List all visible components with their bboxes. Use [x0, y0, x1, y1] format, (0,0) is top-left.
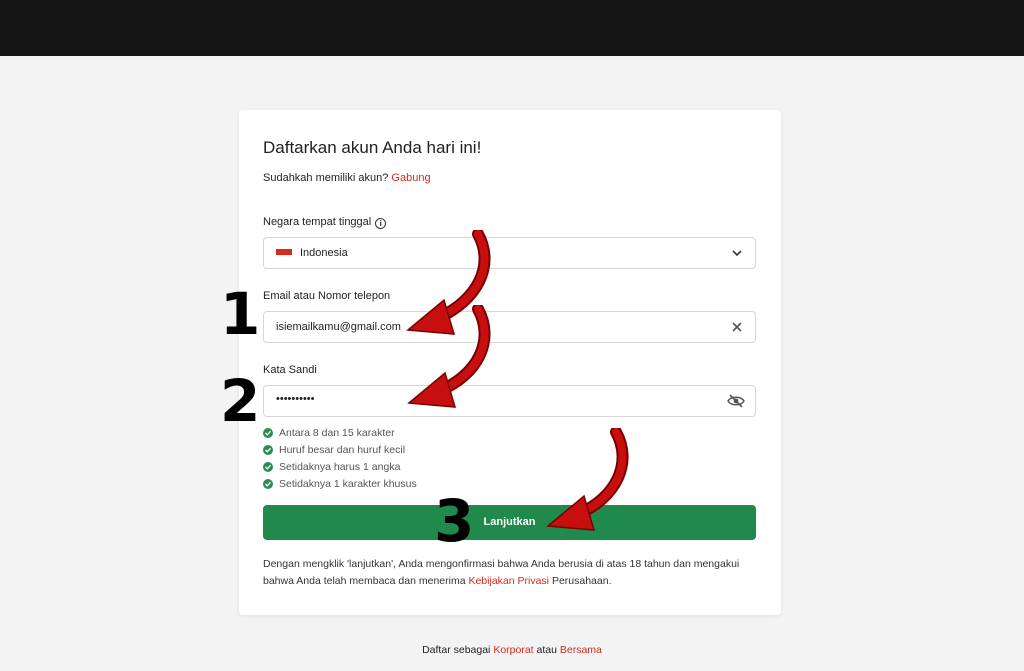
- country-value: Indonesia: [300, 247, 348, 259]
- disclaimer: Dengan mengklik 'lanjutkan', Anda mengon…: [263, 556, 759, 590]
- red-arrow-3: [546, 428, 629, 531]
- check-icon: [263, 478, 273, 489]
- rule-text: Huruf besar dan huruf kecil: [279, 443, 406, 456]
- check-icon: [263, 444, 273, 455]
- joint-link[interactable]: Bersama: [560, 644, 602, 656]
- password-label: Kata Sandi: [263, 364, 317, 376]
- step-number-3: 3: [434, 487, 475, 555]
- login-link[interactable]: Gabung: [391, 172, 430, 184]
- eye-off-icon[interactable]: [727, 393, 745, 414]
- disclaimer-suffix: Perusahaan.: [551, 575, 612, 587]
- rule-item: Huruf besar dan huruf kecil: [263, 441, 417, 458]
- country-select[interactable]: Indonesia: [263, 237, 756, 269]
- rule-item: Setidaknya 1 karakter khusus: [263, 475, 417, 492]
- info-icon[interactable]: i: [375, 218, 387, 229]
- continue-button[interactable]: Lanjutkan: [263, 505, 756, 540]
- chevron-down-icon[interactable]: [731, 246, 743, 264]
- page-title: Daftarkan akun Anda hari ini!: [263, 138, 482, 157]
- password-value[interactable]: ••••••••••: [276, 393, 315, 405]
- check-icon: [263, 427, 273, 438]
- corporate-link[interactable]: Korporat: [493, 644, 533, 656]
- check-icon: [263, 461, 273, 472]
- password-field[interactable]: ••••••••••: [263, 385, 756, 417]
- country-label: Negara tempat tinggal i: [263, 216, 387, 229]
- email-value[interactable]: isiemailkamu@gmail.com: [276, 321, 401, 333]
- login-prompt-text: Sudahkah memiliki akun?: [263, 172, 389, 184]
- rule-text: Setidaknya 1 karakter khusus: [279, 477, 417, 490]
- password-rules: Antara 8 dan 15 karakter Huruf besar dan…: [263, 424, 417, 492]
- indonesia-flag-icon: [276, 249, 292, 255]
- close-icon[interactable]: [731, 320, 743, 338]
- step-number-2: 2: [220, 367, 261, 435]
- country-label-text: Negara tempat tinggal: [263, 216, 372, 228]
- email-label: Email atau Nomor telepon: [263, 290, 391, 302]
- rule-text: Antara 8 dan 15 karakter: [279, 426, 395, 439]
- footer-prefix: Daftar sebagai: [422, 644, 491, 656]
- rule-item: Antara 8 dan 15 karakter: [263, 424, 417, 441]
- footer: Daftar sebagai Korporat atau Bersama: [0, 644, 1024, 656]
- top-bar: [0, 0, 1024, 56]
- login-prompt: Sudahkah memiliki akun? Gabung: [263, 172, 431, 184]
- signup-card: Daftarkan akun Anda hari ini! Sudahkah m…: [239, 110, 781, 615]
- rule-item: Setidaknya harus 1 angka: [263, 458, 417, 475]
- footer-middle: atau: [536, 644, 557, 656]
- email-field[interactable]: isiemailkamu@gmail.com: [263, 311, 756, 343]
- step-number-1: 1: [220, 280, 261, 348]
- rule-text: Setidaknya harus 1 angka: [279, 460, 401, 473]
- privacy-policy-link[interactable]: Kebijakan Privasi: [468, 575, 549, 587]
- red-arrow-2: [407, 305, 491, 408]
